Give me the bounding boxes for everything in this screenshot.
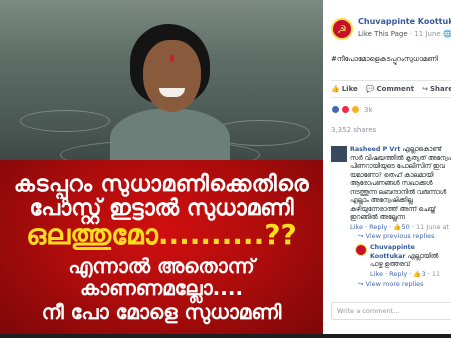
view-more-replies-link[interactable]: ↪ View more replies	[358, 280, 424, 288]
haha-reaction-icon	[351, 105, 360, 114]
like-reaction-icon	[331, 105, 340, 114]
headline-line-1: കടപ്പുറം സുധാമണിക്കെതിരെ	[13, 172, 310, 197]
post-hashtag[interactable]: #നീപോമോളെകടപ്പുറംസുധാമണി	[331, 55, 438, 64]
comment-time[interactable]: 11 June at	[416, 223, 449, 231]
reply-actions: Like · Reply · 👍3 · 11	[370, 269, 441, 278]
comment-item: Rasheed P Vrt എല്ലാകൊണ്ട് സർ വിഷയത്തിൽ ക…	[331, 146, 451, 231]
water-ripple	[20, 110, 110, 132]
photo-shoulders	[110, 108, 230, 160]
subline-1: എന്നാൽ അതൊന്ന്	[68, 254, 255, 278]
comment-label: Comment	[376, 85, 415, 93]
comment-actions: Like · Reply · 👍50 · 11 June at	[350, 222, 450, 231]
reply-arrow-icon: ↪	[358, 232, 366, 240]
reaction-summary[interactable]: 3k	[331, 105, 373, 114]
view-more-replies-label: View more replies	[365, 280, 424, 288]
view-previous-replies-label: View previous replies	[365, 232, 435, 240]
love-reaction-icon	[341, 105, 350, 114]
globe-icon: 🌐	[442, 30, 451, 38]
photo-woman-in-water	[0, 0, 323, 160]
reply-body: Chuvappinte Koottukar എല്ലായിൽ പാഴ്ച ഉത്…	[370, 244, 451, 278]
subline-2: കാണണമല്ലോ....	[79, 276, 244, 300]
share-count[interactable]: 3,352 shares	[331, 126, 376, 134]
subline-3: നീ പോ മോളെ സുധാമണി	[41, 300, 282, 324]
thumbs-up-icon: 👍	[331, 85, 340, 93]
reaction-count: 3k	[364, 105, 373, 114]
headline-line-3: ഒലത്തുമോ..........??	[26, 218, 297, 251]
reply-arrow-icon: ↪	[358, 280, 366, 288]
share-label: Share	[430, 85, 451, 93]
post-meta: Like This Page · 11 June 🌐	[358, 30, 451, 38]
reply-time[interactable]: 11	[432, 270, 440, 278]
photo-face	[143, 40, 201, 112]
reply-reply-link[interactable]: Reply	[389, 270, 407, 278]
post-side-panel: ☭ Chuvappinte Koottukar Like This Page ·…	[323, 0, 451, 338]
replier-avatar[interactable]	[355, 244, 367, 256]
write-comment-input[interactable]: Write a comment...	[331, 302, 451, 320]
comment-like-link[interactable]: Like	[350, 223, 363, 231]
view-previous-replies-link[interactable]: ↪ View previous replies	[358, 232, 435, 240]
reply-like-link[interactable]: Like	[370, 270, 383, 278]
like-label: Like	[341, 85, 358, 93]
post-header: ☭ Chuvappinte Koottukar Like This Page ·…	[331, 14, 451, 46]
reply-like-count: 3	[421, 269, 426, 278]
comment-icon: 💬	[365, 85, 375, 93]
reply-item: Chuvappinte Koottukar എല്ലായിൽ പാഴ്ച ഉത്…	[355, 244, 451, 278]
post-action-bar: 👍 Like 💬 Comment ↪ Share	[331, 80, 451, 98]
share-icon: ↪	[422, 85, 429, 93]
comment-author[interactable]: Rasheed P Vrt	[350, 146, 400, 153]
like-button[interactable]: 👍 Like	[331, 85, 358, 93]
post-image[interactable]: കടപ്പുറം സുധാമണിക്കെതിരെ പോസ്റ്റ് ഇട്ടാൽ…	[0, 0, 323, 338]
page-avatar-icon[interactable]: ☭	[331, 18, 353, 40]
comment-body: Rasheed P Vrt എല്ലാകൊണ്ട് സർ വിഷയത്തിൽ ക…	[350, 146, 451, 231]
commenter-avatar[interactable]	[331, 146, 347, 162]
comment-like-count: 50	[401, 222, 410, 231]
post-timestamp[interactable]: 11 June	[414, 30, 440, 38]
comment-text: എല്ലാകൊണ്ട് സർ വിഷയത്തിൽ കൃത്യത് അന്വേഷ …	[350, 146, 451, 221]
page-name-link[interactable]: Chuvappinte Koottukar	[358, 17, 451, 26]
comment-reply-link[interactable]: Reply	[369, 223, 387, 231]
bottom-strip	[0, 334, 451, 338]
photo-bindi	[170, 55, 174, 62]
share-button[interactable]: ↪ Share	[422, 85, 451, 93]
comment-button[interactable]: 💬 Comment	[366, 85, 414, 93]
like-page-link[interactable]: Like This Page	[358, 30, 408, 38]
